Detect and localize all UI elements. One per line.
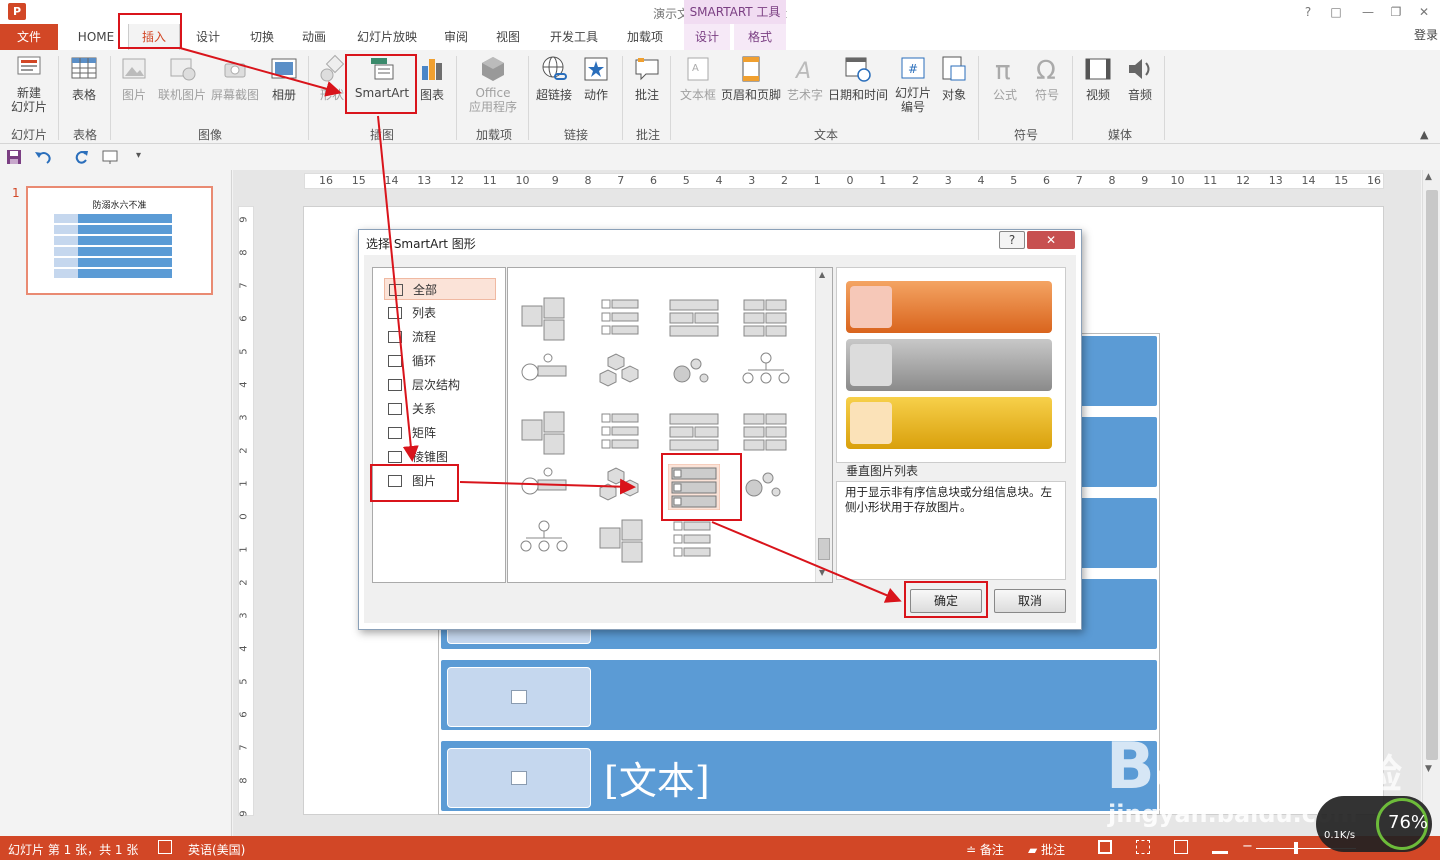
- language-indicator[interactable]: 英语(美国): [188, 841, 245, 858]
- comments-icon: ▰: [1028, 843, 1042, 857]
- speed-rate: 0.1K/s: [1324, 830, 1356, 841]
- baidu-paw-icon: ✿: [1219, 752, 1254, 798]
- notes-button[interactable]: ≐ 备注: [966, 841, 1004, 858]
- spell-check-icon[interactable]: [158, 840, 172, 854]
- slideshow-view-icon[interactable]: [1212, 840, 1228, 854]
- slide-sorter-icon[interactable]: [1136, 840, 1150, 854]
- reading-view-icon[interactable]: [1174, 840, 1188, 854]
- speed-percent: 76%: [1388, 812, 1429, 833]
- zoom-slider-thumb[interactable]: [1294, 842, 1298, 854]
- normal-view-icon[interactable]: [1098, 840, 1112, 854]
- zoom-out-button[interactable]: −: [1242, 839, 1253, 854]
- notes-icon: ≐: [966, 843, 980, 857]
- comments-button[interactable]: ▰ 批注: [1028, 841, 1065, 858]
- baidu-watermark: Bai✿du经验: [1106, 730, 1402, 804]
- slide-info: 幻灯片 第 1 张，共 1 张: [8, 843, 139, 857]
